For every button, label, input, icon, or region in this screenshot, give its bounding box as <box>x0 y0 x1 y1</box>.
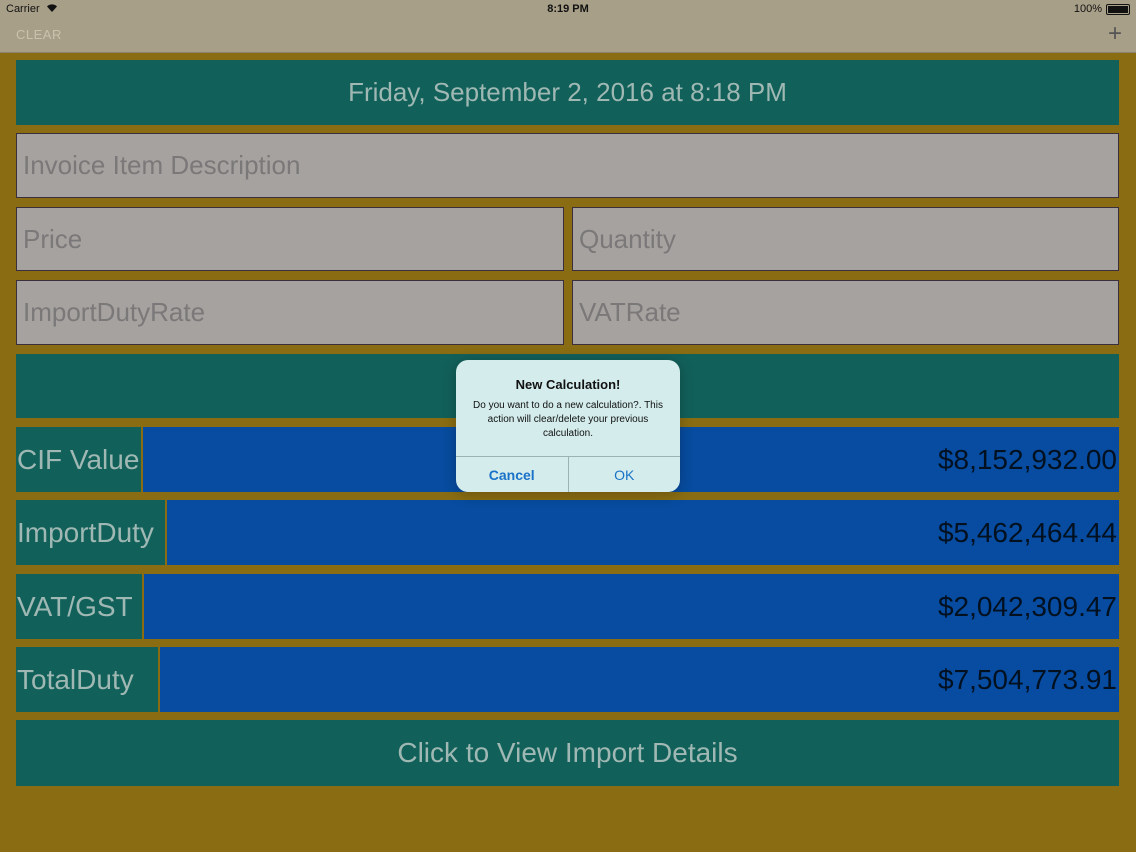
import-duty-amount: $5,462,464.44 <box>167 500 1119 565</box>
view-import-details-button[interactable]: Click to View Import Details <box>16 720 1119 786</box>
vat-gst-amount: $2,042,309.47 <box>144 574 1119 639</box>
battery-icon <box>1106 3 1130 15</box>
nav-bar: CLEAR + <box>0 18 1136 53</box>
battery-percent: 100% <box>1073 3 1102 15</box>
alert-title: New Calculation! <box>515 377 621 392</box>
import-duty-rate-input[interactable]: ImportDutyRate <box>16 280 564 345</box>
cif-value-label: CIF Value <box>16 427 143 492</box>
date-display: Friday, September 2, 2016 at 8:18 PM <box>16 60 1119 125</box>
import-duty-label: ImportDuty <box>16 500 167 565</box>
vat-gst-label: VAT/GST <box>16 574 144 639</box>
status-time: 8:19 PM <box>547 3 589 15</box>
total-duty-label: TotalDuty <box>16 647 160 712</box>
price-input[interactable]: Price <box>16 207 564 271</box>
plus-icon[interactable]: + <box>1108 22 1122 46</box>
alert-actions: Cancel OK <box>456 456 680 492</box>
clear-button[interactable]: CLEAR <box>16 27 62 42</box>
quantity-input[interactable]: Quantity <box>572 207 1119 271</box>
status-bar: Carrier 8:19 PM 100% <box>0 0 1136 18</box>
total-duty-amount: $7,504,773.91 <box>160 647 1119 712</box>
ok-button[interactable]: OK <box>569 457 681 492</box>
battery-indicator: 100% <box>1074 3 1130 15</box>
alert-message: Do you want to do a new calculation?. Th… <box>473 400 663 439</box>
cancel-button[interactable]: Cancel <box>456 457 569 492</box>
vat-rate-input[interactable]: VATRate <box>572 280 1119 345</box>
invoice-description-input[interactable]: Invoice Item Description <box>16 133 1119 198</box>
new-calculation-alert: New Calculation! Do you want to do a new… <box>456 360 680 492</box>
